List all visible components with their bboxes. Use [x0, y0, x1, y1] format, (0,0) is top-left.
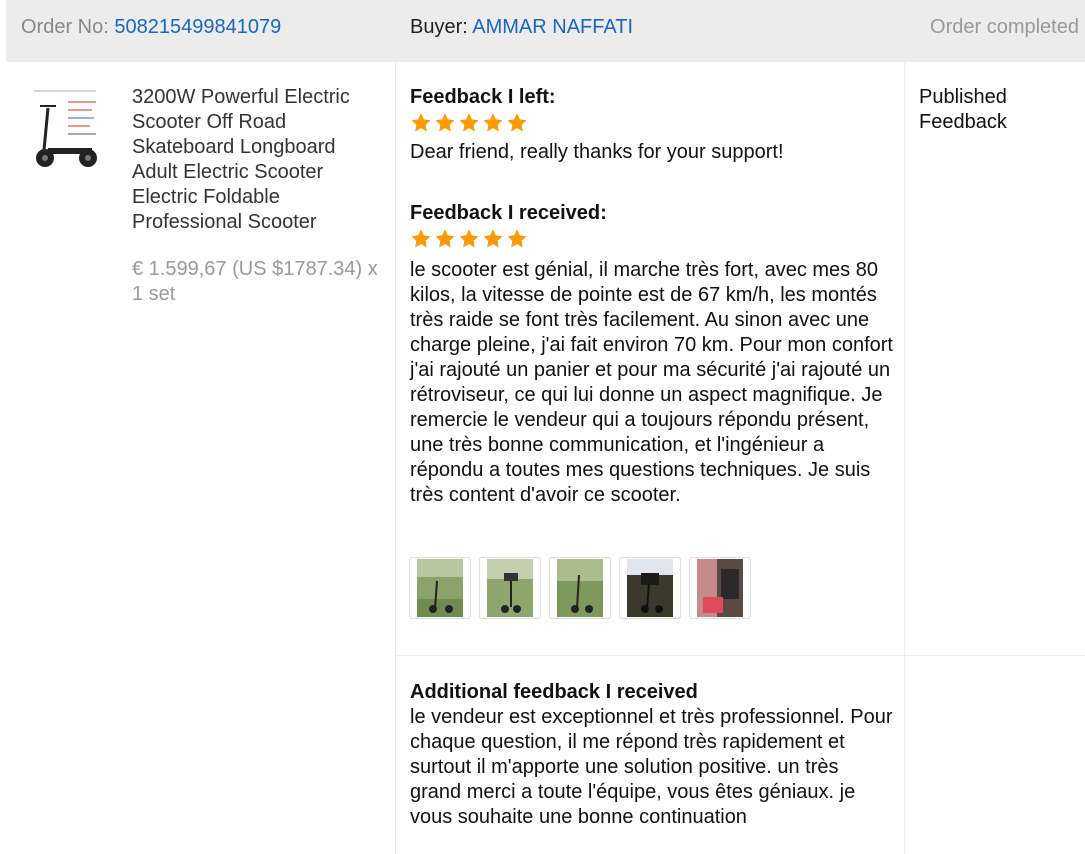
column-divider — [904, 62, 905, 854]
feedback-left-heading: Feedback I left: — [410, 86, 556, 108]
star-icon — [458, 112, 480, 134]
feedback-photo[interactable] — [409, 557, 471, 619]
star-icon — [482, 112, 504, 134]
star-icon — [506, 112, 528, 134]
column-divider — [395, 62, 396, 854]
product-price: € 1.599,67 (US $1787.34) x 1 set — [132, 258, 378, 305]
star-icon — [434, 228, 456, 250]
star-icon — [434, 112, 456, 134]
published-feedback-status: Published Feedback — [919, 86, 1007, 133]
feedback-received-heading: Feedback I received: — [410, 202, 607, 224]
feedback-left-section: Feedback I left: Dear friend, really tha… — [410, 85, 895, 165]
feedback-photo[interactable] — [479, 557, 541, 619]
feedback-photo[interactable] — [619, 557, 681, 619]
order-status: Order completed — [930, 16, 1079, 38]
feedback-received-section: Feedback I received: le scooter est géni… — [410, 201, 895, 508]
order-number-group: Order No: 508215499841079 — [21, 16, 281, 39]
feedback-photos — [409, 557, 751, 619]
photo-thumbnail-icon — [697, 559, 743, 617]
photo-thumbnail-icon — [627, 559, 673, 617]
star-icon — [482, 228, 504, 250]
additional-feedback-section: Additional feedback I received le vendeu… — [410, 680, 895, 830]
buyer-name-link[interactable]: AMMAR NAFFATI — [472, 16, 633, 38]
photo-thumbnail-icon — [487, 559, 533, 617]
feedback-photo[interactable] — [549, 557, 611, 619]
feedback-left-text: Dear friend, really thanks for your supp… — [410, 141, 784, 163]
buyer-group: Buyer: AMMAR NAFFATI — [410, 16, 633, 39]
feedback-received-text: le scooter est génial, il marche très fo… — [410, 259, 893, 506]
buyer-label: Buyer: — [410, 16, 468, 38]
additional-feedback-heading: Additional feedback I received — [410, 681, 698, 703]
scooter-image — [30, 88, 102, 174]
photo-thumbnail-icon — [557, 559, 603, 617]
feedback-received-rating — [410, 226, 895, 252]
star-icon — [410, 228, 432, 250]
star-icon — [506, 228, 528, 250]
star-icon — [410, 112, 432, 134]
order-number-link[interactable]: 508215499841079 — [114, 16, 281, 38]
row-divider — [396, 655, 1085, 656]
photo-thumbnail-icon — [417, 559, 463, 617]
additional-feedback-text: le vendeur est exceptionnel et très prof… — [410, 706, 893, 828]
product-image[interactable] — [30, 88, 102, 174]
product-title-link[interactable]: 3200W Powerful Electric Scooter Off Road… — [132, 85, 382, 235]
feedback-left-rating — [410, 110, 895, 136]
order-header: Order No: 508215499841079 Buyer: AMMAR N… — [6, 0, 1085, 62]
order-label: Order No: — [21, 16, 109, 38]
feedback-photo[interactable] — [689, 557, 751, 619]
star-icon — [458, 228, 480, 250]
